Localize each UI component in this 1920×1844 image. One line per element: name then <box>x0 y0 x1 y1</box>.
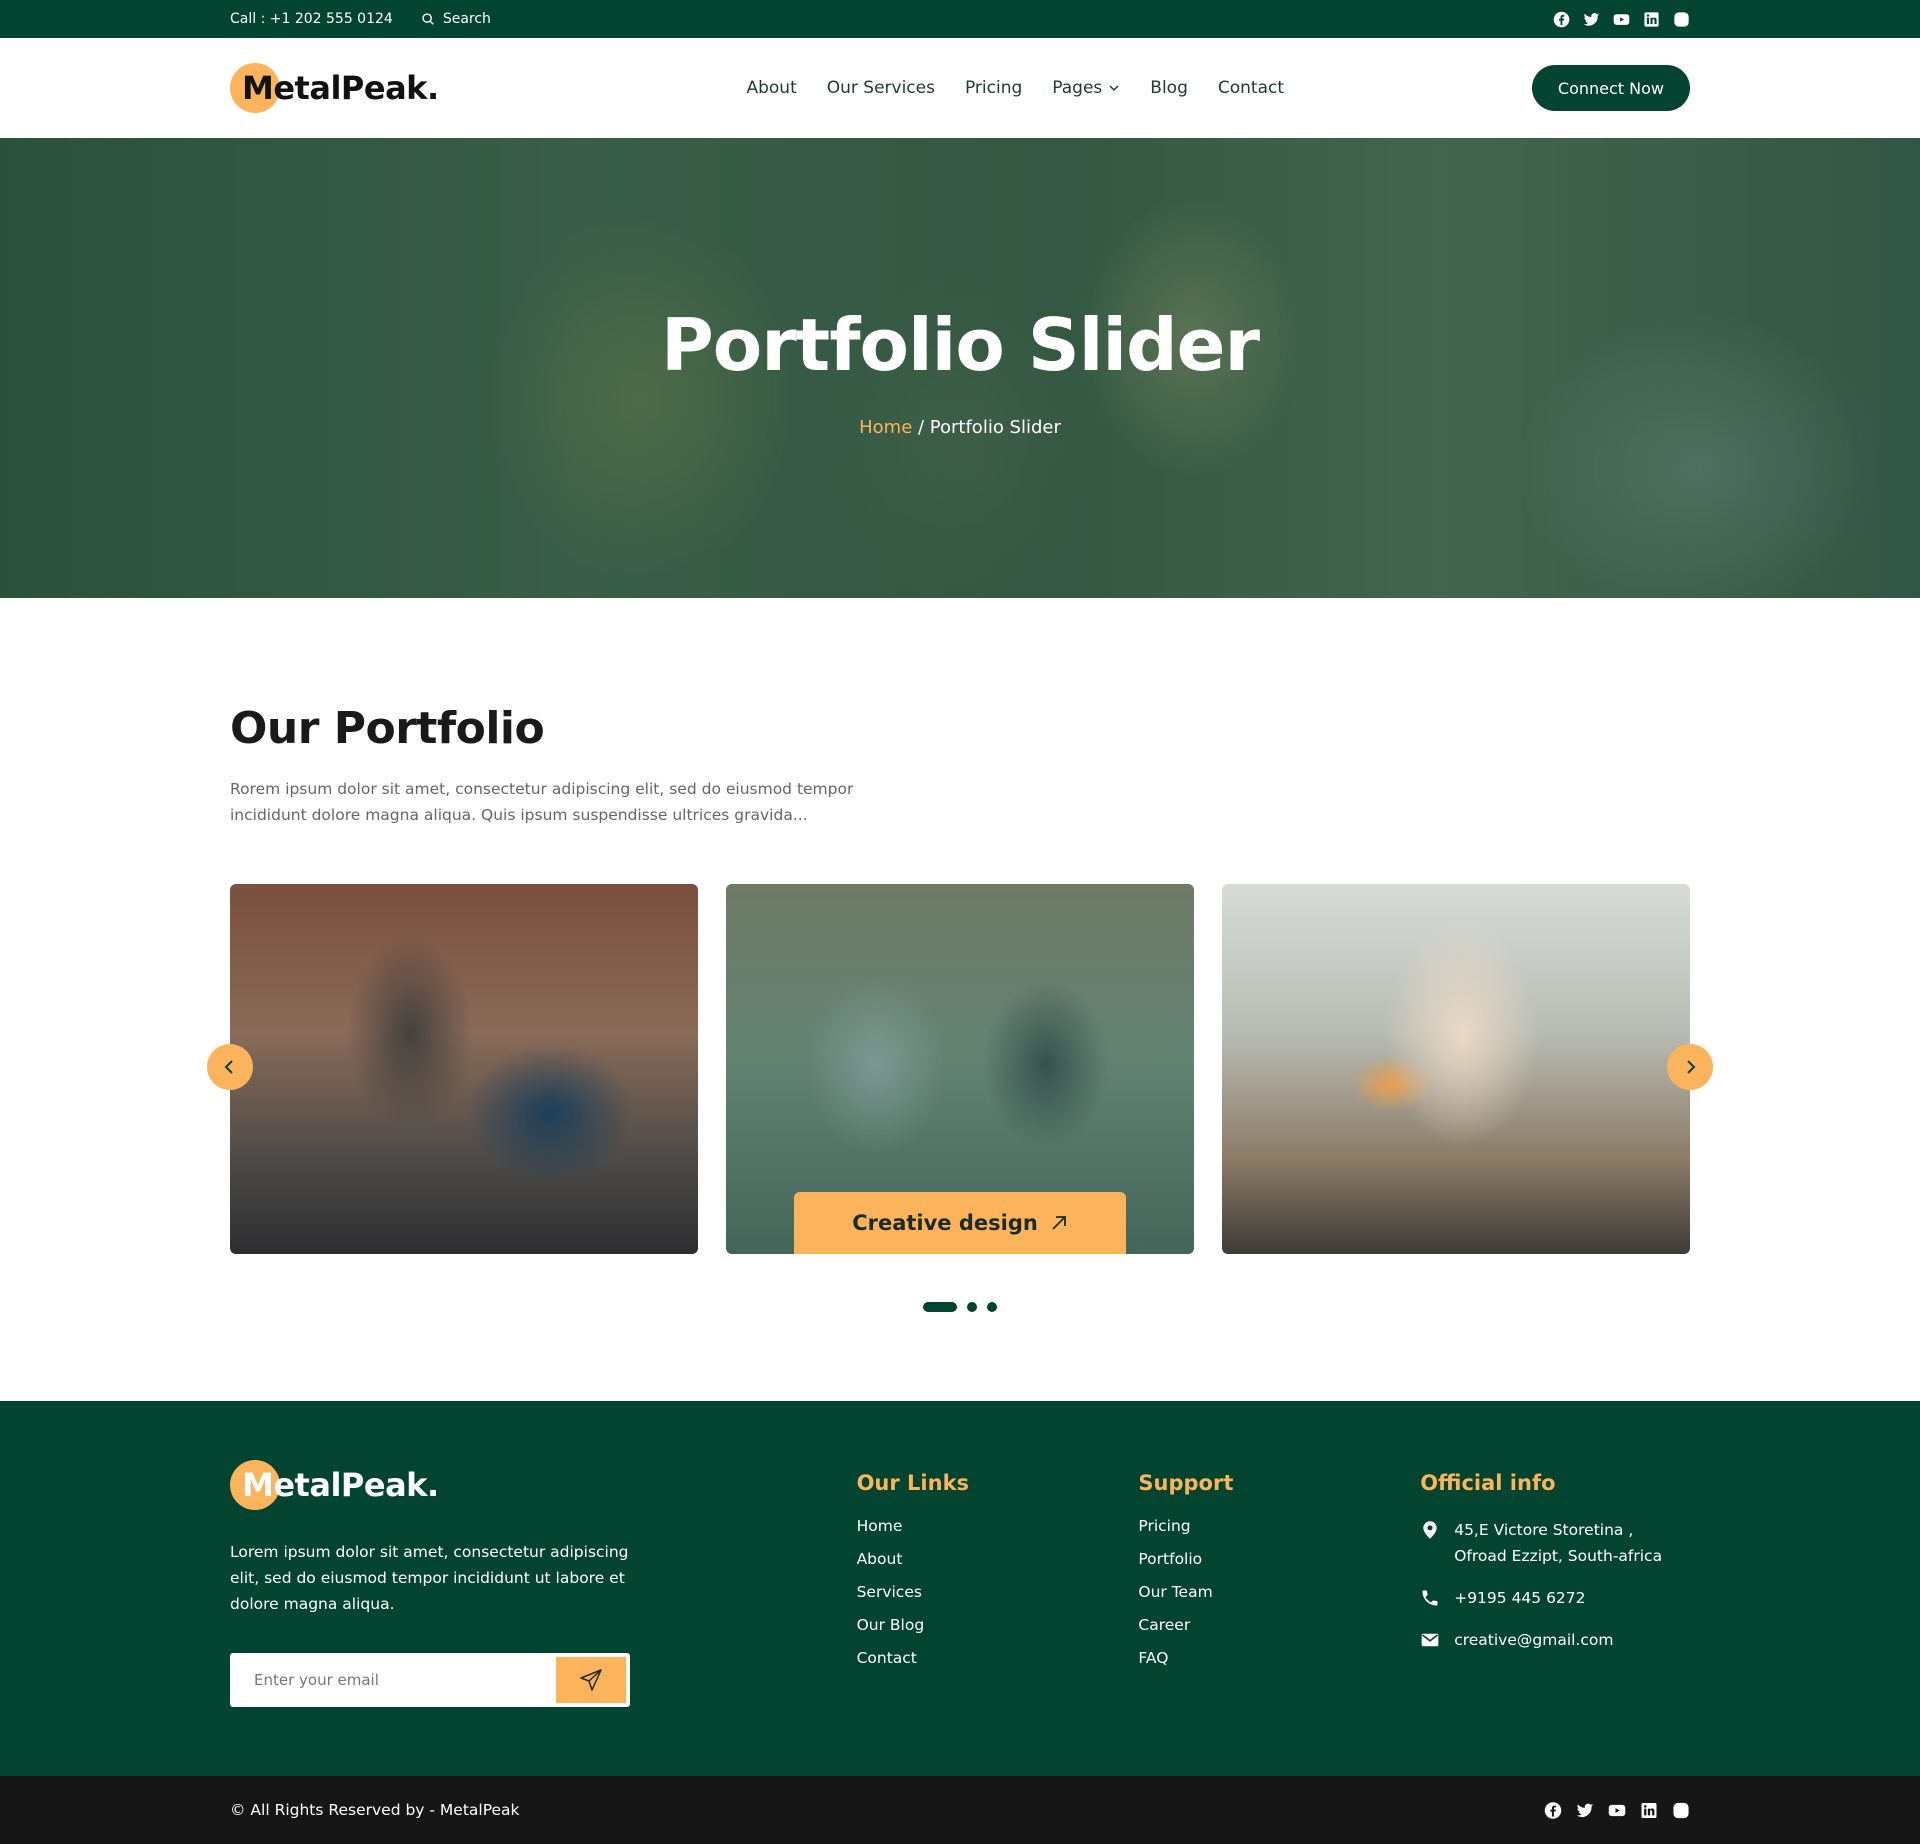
twitter-icon[interactable] <box>1582 10 1600 28</box>
portfolio-card-2[interactable]: Creative design <box>726 884 1194 1254</box>
portfolio-card-label-text: Creative design <box>852 1211 1038 1235</box>
search-link[interactable]: Search <box>421 11 491 27</box>
bottom-bar: © All Rights Reserved by - MetalPeak <box>0 1776 1920 1844</box>
portfolio-section: Our Portfolio Rorem ipsum dolor sit amet… <box>0 598 1920 1401</box>
footer-official-info: Official info 45,E Victore Storetina , O… <box>1420 1459 1690 1707</box>
portfolio-card-3[interactable] <box>1222 884 1690 1254</box>
youtube-icon[interactable] <box>1608 1801 1626 1819</box>
linkedin-icon[interactable] <box>1640 1801 1658 1819</box>
footer-email[interactable]: creative@gmail.com <box>1420 1627 1690 1653</box>
footer-support-faq[interactable]: FAQ <box>1138 1649 1420 1667</box>
footer: MetalPeak. Lorem ipsum dolor sit amet, c… <box>0 1401 1920 1776</box>
logo-text: MetalPeak. <box>242 1466 439 1504</box>
footer-link-services[interactable]: Services <box>857 1583 1139 1601</box>
main-nav: About Our Services Pricing Pages Blog Co… <box>746 78 1284 98</box>
subscribe-button[interactable] <box>556 1657 626 1703</box>
footer-phone[interactable]: +9195 445 6272 <box>1420 1585 1690 1611</box>
location-icon <box>1420 1517 1440 1540</box>
footer-link-our-blog[interactable]: Our Blog <box>857 1616 1139 1634</box>
portfolio-title: Our Portfolio <box>230 703 545 754</box>
breadcrumb-current: Portfolio Slider <box>929 417 1061 438</box>
footer-logo[interactable]: MetalPeak. <box>230 1459 857 1511</box>
footer-phone-text: +9195 445 6272 <box>1454 1589 1586 1607</box>
footer-info-title: Official info <box>1420 1471 1556 1495</box>
logo[interactable]: MetalPeak. <box>230 62 439 114</box>
mail-icon <box>1420 1627 1440 1650</box>
connect-now-button[interactable]: Connect Now <box>1531 65 1690 111</box>
portfolio-slider: Creative design <box>207 884 1713 1254</box>
footer-link-about[interactable]: About <box>857 1550 1139 1568</box>
nav-pages[interactable]: Pages <box>1052 78 1120 98</box>
footer-support-title: Support <box>1138 1471 1234 1495</box>
footer-support-our-team[interactable]: Our Team <box>1138 1583 1420 1601</box>
main-header: MetalPeak. About Our Services Pricing Pa… <box>0 38 1920 138</box>
breadcrumb: Home / Portfolio Slider <box>0 417 1920 438</box>
send-icon <box>579 1668 603 1692</box>
footer-description: Lorem ipsum dolor sit amet, consectetur … <box>230 1543 629 1613</box>
nav-pricing[interactable]: Pricing <box>965 78 1022 98</box>
footer-our-links: Our Links Home About Services Our Blog C… <box>857 1459 1139 1707</box>
bottom-socials <box>1544 1801 1690 1819</box>
subscribe-form <box>230 1653 630 1707</box>
linkedin-icon[interactable] <box>1642 10 1660 28</box>
nav-about[interactable]: About <box>746 78 796 98</box>
search-icon <box>421 12 435 26</box>
footer-email-text: creative@gmail.com <box>1454 1631 1614 1649</box>
footer-link-home[interactable]: Home <box>857 1517 1139 1535</box>
breadcrumb-home[interactable]: Home <box>859 417 912 438</box>
portfolio-card-label[interactable]: Creative design <box>794 1192 1126 1254</box>
footer-support-portfolio[interactable]: Portfolio <box>1138 1550 1420 1568</box>
portfolio-card-1[interactable] <box>230 884 698 1254</box>
footer-address-text: 45,E Victore Storetina , Ofroad Ezzipt, … <box>1454 1521 1663 1565</box>
breadcrumb-separator: / <box>912 417 930 438</box>
slider-pagination <box>230 1302 1690 1312</box>
top-bar: Call : +1 202 555 0124 Search <box>0 0 1920 38</box>
page-title: Portfolio Slider <box>661 303 1260 387</box>
slider-dot-2[interactable] <box>967 1302 977 1312</box>
search-label: Search <box>442 11 491 27</box>
slider-dot-3[interactable] <box>987 1302 997 1312</box>
nav-contact[interactable]: Contact <box>1218 78 1284 98</box>
slider-prev-button[interactable] <box>207 1044 253 1090</box>
twitter-icon[interactable] <box>1576 1801 1594 1819</box>
chevron-right-icon <box>1681 1058 1699 1076</box>
footer-support: Support Pricing Portfolio Our Team Caree… <box>1138 1459 1420 1707</box>
hero-banner: Portfolio Slider Home / Portfolio Slider <box>0 138 1920 598</box>
arrow-up-right-icon <box>1050 1214 1068 1232</box>
footer-links-title: Our Links <box>856 1471 970 1495</box>
youtube-icon[interactable] <box>1612 10 1630 28</box>
footer-support-career[interactable]: Career <box>1138 1616 1420 1634</box>
facebook-icon[interactable] <box>1552 10 1570 28</box>
slider-dot-1[interactable] <box>923 1302 957 1312</box>
chevron-down-icon <box>1108 82 1120 94</box>
portfolio-description: Rorem ipsum dolor sit amet, consectetur … <box>230 780 854 824</box>
nav-blog[interactable]: Blog <box>1150 78 1188 98</box>
email-input[interactable] <box>234 1657 556 1703</box>
footer-address: 45,E Victore Storetina , Ofroad Ezzipt, … <box>1420 1517 1690 1569</box>
footer-support-pricing[interactable]: Pricing <box>1138 1517 1420 1535</box>
top-socials <box>1552 10 1690 28</box>
instagram-icon[interactable] <box>1672 1801 1690 1819</box>
copyright: © All Rights Reserved by - MetalPeak <box>230 1801 520 1819</box>
instagram-icon[interactable] <box>1672 10 1690 28</box>
phone-icon <box>1420 1585 1440 1608</box>
facebook-icon[interactable] <box>1544 1801 1562 1819</box>
slider-next-button[interactable] <box>1667 1044 1713 1090</box>
logo-text: MetalPeak. <box>242 69 439 107</box>
chevron-left-icon <box>221 1058 239 1076</box>
nav-pages-label: Pages <box>1052 78 1103 98</box>
nav-our-services[interactable]: Our Services <box>827 78 935 98</box>
call-text[interactable]: Call : +1 202 555 0124 <box>230 11 393 27</box>
footer-link-contact[interactable]: Contact <box>857 1649 1139 1667</box>
